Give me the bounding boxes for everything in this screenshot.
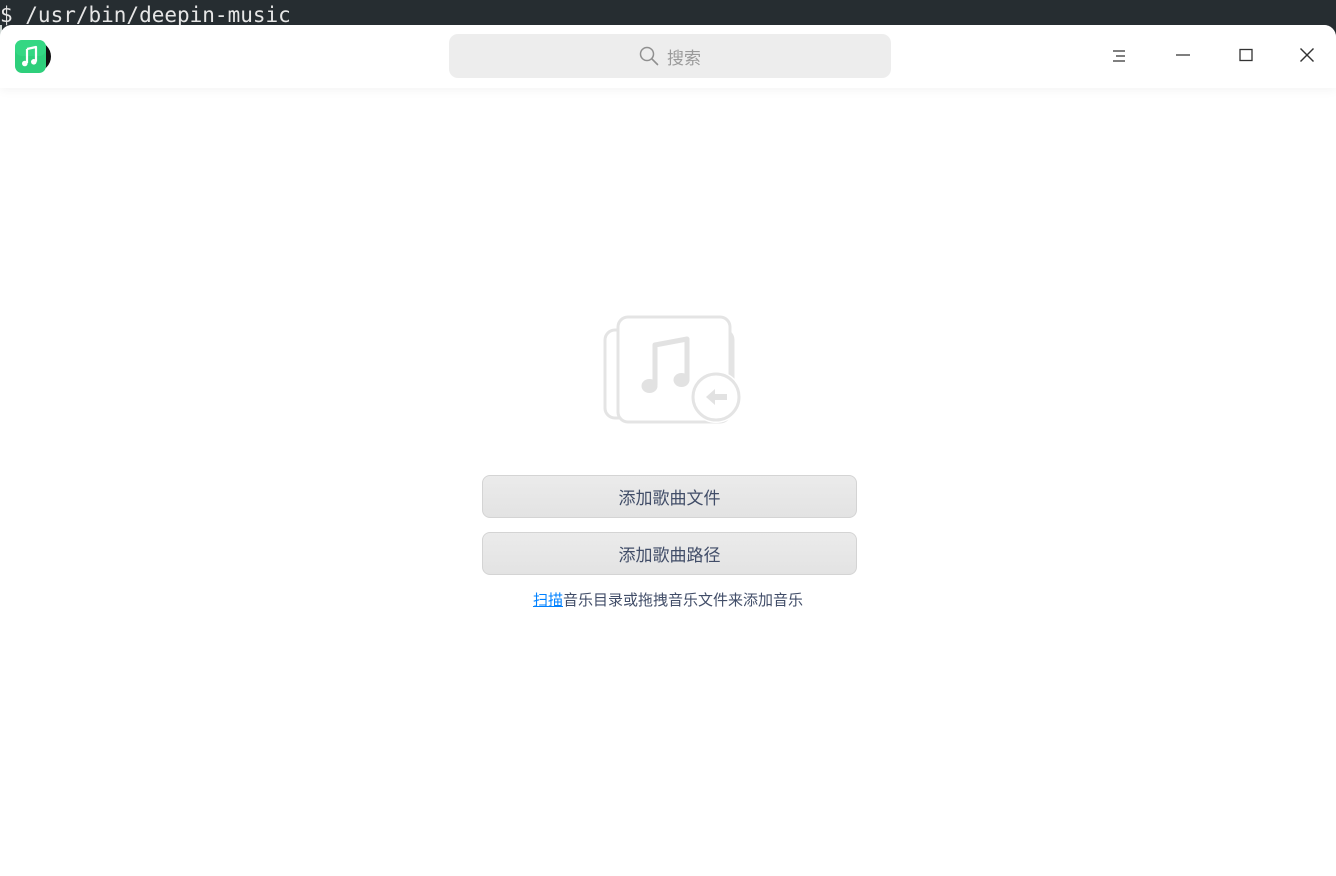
search-input[interactable]: 搜索	[449, 34, 891, 78]
titlebar: 搜索	[0, 25, 1336, 88]
menu-icon	[1113, 48, 1127, 67]
close-button[interactable]	[1287, 37, 1327, 77]
add-music-files-button[interactable]: 添加歌曲文件	[482, 475, 857, 518]
main-menu-button[interactable]	[1100, 37, 1140, 77]
minimize-button[interactable]	[1163, 37, 1203, 77]
search-icon	[639, 46, 659, 66]
scan-link[interactable]: 扫描	[533, 591, 563, 609]
import-hint-text: 音乐目录或拖拽音乐文件来添加音乐	[563, 591, 804, 609]
maximize-icon	[1238, 47, 1254, 67]
close-icon	[1299, 47, 1315, 67]
search-placeholder: 搜索	[667, 48, 701, 69]
import-hint: 扫描音乐目录或拖拽音乐文件来添加音乐	[0, 589, 1336, 610]
add-music-folder-button[interactable]: 添加歌曲路径	[482, 532, 857, 575]
minimize-icon	[1175, 47, 1191, 67]
music-import-icon	[603, 315, 745, 425]
maximize-button[interactable]	[1226, 37, 1266, 77]
music-app-window: 搜索 添加歌曲文件 添加歌曲路径 扫描音乐目录或拖拽音乐文件来添加音乐	[0, 25, 1336, 876]
deepin-music-icon	[15, 40, 52, 73]
